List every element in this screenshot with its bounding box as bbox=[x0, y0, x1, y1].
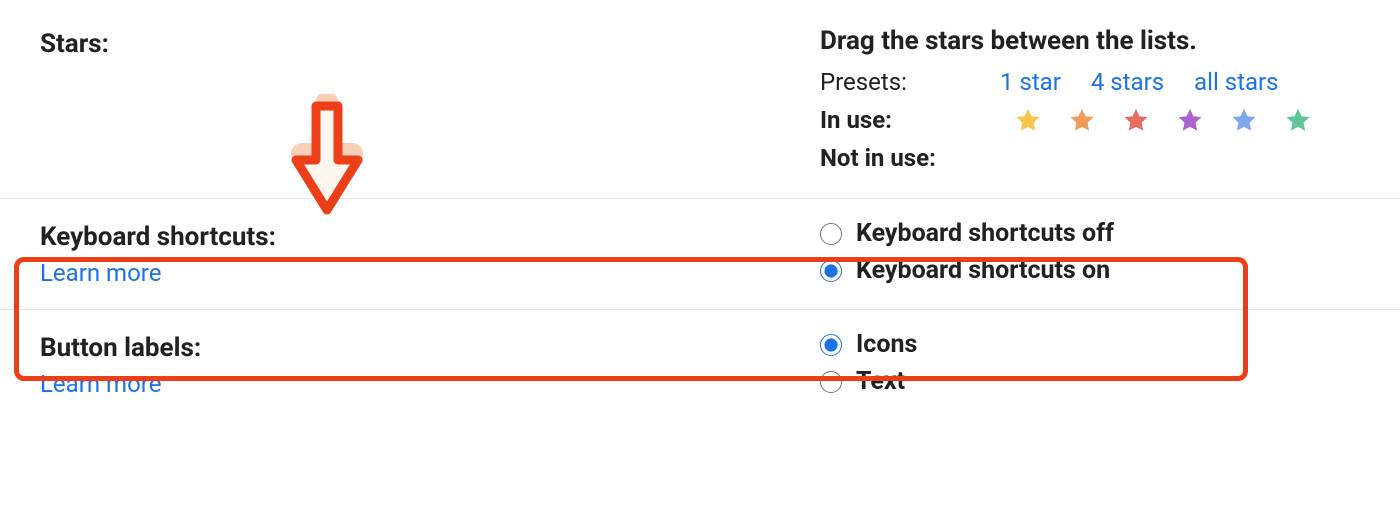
star-icon[interactable] bbox=[1122, 106, 1150, 134]
presets-label: Presets: bbox=[820, 68, 1000, 96]
in-use-stars bbox=[1000, 106, 1312, 134]
stars-section: Stars: Drag the stars between the lists.… bbox=[0, 0, 1400, 198]
keyboard-shortcuts-learn-more[interactable]: Learn more bbox=[40, 259, 161, 287]
star-icon[interactable] bbox=[1014, 106, 1042, 134]
button-labels-icons-radio[interactable] bbox=[820, 334, 842, 356]
preset-1-star[interactable]: 1 star bbox=[1000, 68, 1061, 96]
preset-all-stars[interactable]: all stars bbox=[1194, 68, 1279, 96]
button-labels-text-radio[interactable] bbox=[820, 371, 842, 393]
keyboard-shortcuts-off-option[interactable]: Keyboard shortcuts off bbox=[820, 219, 1360, 248]
button-labels-icons-option[interactable]: Icons bbox=[820, 330, 1360, 359]
keyboard-shortcuts-label: Keyboard shortcuts: bbox=[40, 221, 820, 255]
stars-label: Stars: bbox=[40, 28, 820, 62]
in-use-label: In use: bbox=[820, 106, 1000, 134]
star-icon[interactable] bbox=[1284, 106, 1312, 134]
keyboard-shortcuts-on-label: Keyboard shortcuts on bbox=[856, 256, 1110, 285]
button-labels-label: Button labels: bbox=[40, 332, 820, 366]
keyboard-shortcuts-section: Keyboard shortcuts: Learn more Keyboard … bbox=[0, 198, 1400, 309]
button-labels-text-option[interactable]: Text bbox=[820, 367, 1360, 396]
button-labels-section: Button labels: Learn more Icons Text bbox=[0, 309, 1400, 420]
button-labels-learn-more[interactable]: Learn more bbox=[40, 370, 161, 398]
button-labels-text-label: Text bbox=[856, 367, 905, 396]
star-icon[interactable] bbox=[1230, 106, 1258, 134]
keyboard-shortcuts-off-radio[interactable] bbox=[820, 223, 842, 245]
star-icon[interactable] bbox=[1176, 106, 1204, 134]
keyboard-shortcuts-off-label: Keyboard shortcuts off bbox=[856, 219, 1114, 248]
not-in-use-label: Not in use: bbox=[820, 144, 1000, 172]
star-icon[interactable] bbox=[1068, 106, 1096, 134]
button-labels-icons-label: Icons bbox=[856, 330, 917, 359]
keyboard-shortcuts-on-option[interactable]: Keyboard shortcuts on bbox=[820, 256, 1360, 285]
preset-4-stars[interactable]: 4 stars bbox=[1091, 68, 1164, 96]
keyboard-shortcuts-on-radio[interactable] bbox=[820, 260, 842, 282]
stars-instruction: Drag the stars between the lists. bbox=[820, 26, 1360, 56]
